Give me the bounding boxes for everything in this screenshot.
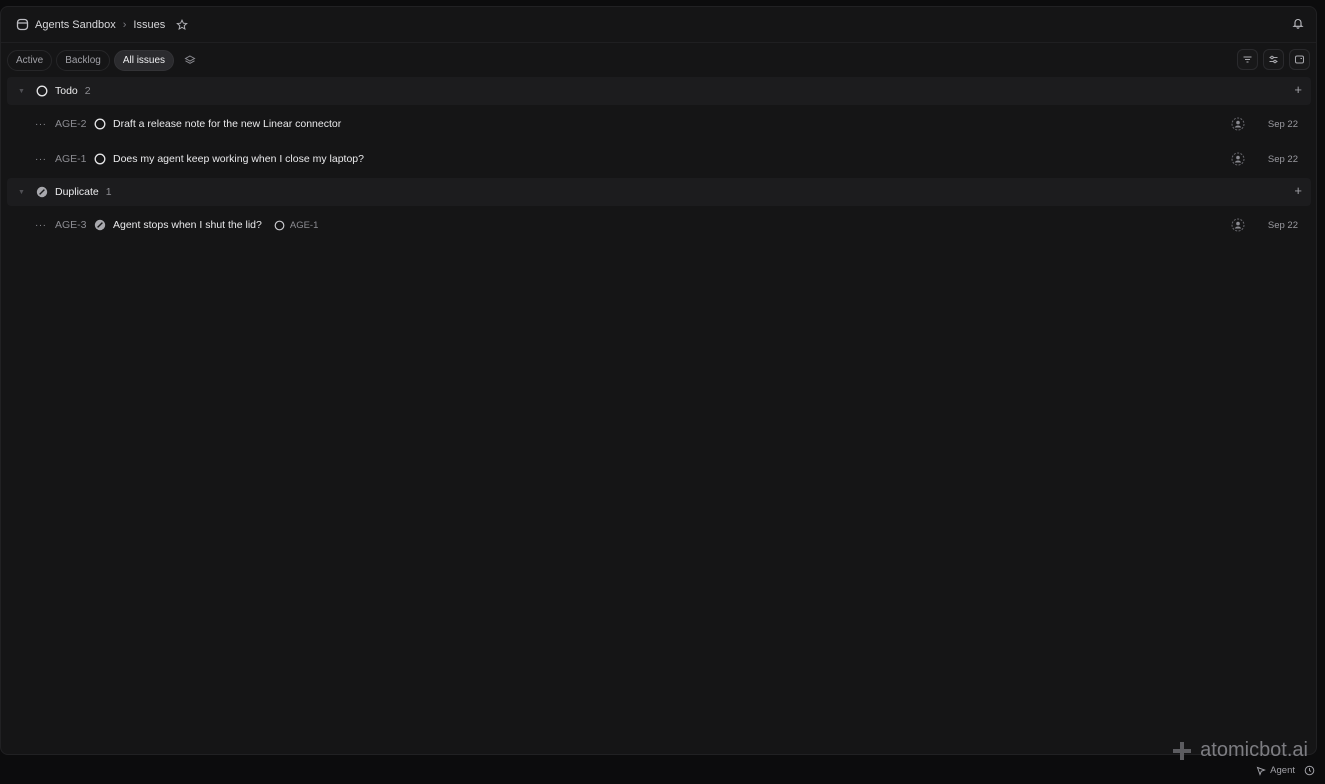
group-header-todo[interactable]: ▼ Todo 2 + <box>7 77 1311 105</box>
agent-label: Agent <box>1270 765 1295 776</box>
related-issue-id: AGE-1 <box>289 219 319 231</box>
filter-icon[interactable] <box>1237 49 1258 70</box>
tab-active[interactable]: Active <box>7 49 53 71</box>
duplicate-status-icon[interactable] <box>94 219 106 231</box>
brand-watermark: atomicbot.ai <box>1172 739 1308 762</box>
todo-circle-icon[interactable] <box>94 118 106 130</box>
more-options-icon[interactable]: ··· <box>35 154 49 165</box>
view-layers-icon[interactable] <box>184 54 196 66</box>
assignee-avatar-icon[interactable] <box>1231 117 1245 131</box>
tab-all-issues[interactable]: All issues <box>113 49 175 71</box>
issue-id: AGE-3 <box>55 219 87 231</box>
toolbar-right-actions <box>1237 49 1310 70</box>
issue-row[interactable]: ··· AGE-2 Draft a release note for the n… <box>7 109 1311 139</box>
agent-button[interactable]: Agent <box>1256 765 1295 776</box>
todo-circle-icon <box>274 220 285 230</box>
issue-row[interactable]: ··· AGE-3 Agent stops when I shut the li… <box>7 210 1311 240</box>
related-issue-chip[interactable]: AGE-1 <box>274 219 319 231</box>
collapse-caret-icon[interactable]: ▼ <box>18 88 28 95</box>
issue-row[interactable]: ··· AGE-1 Does my agent keep working whe… <box>7 144 1311 174</box>
footer-area: atomicbot.ai Agent <box>1125 739 1325 784</box>
view-toolbar: Active Backlog All issues <box>1 48 1316 72</box>
group-label: Duplicate <box>55 186 99 198</box>
top-header: Agents Sandbox › Issues <box>1 7 1316 43</box>
issue-title[interactable]: Agent stops when I shut the lid? <box>113 219 262 231</box>
issue-date: Sep 22 <box>1267 119 1298 130</box>
issue-title[interactable]: Does my agent keep working when I close … <box>113 153 364 165</box>
issue-date: Sep 22 <box>1267 220 1298 231</box>
brand-logo-icon <box>1172 741 1192 761</box>
issue-id: AGE-2 <box>55 118 87 130</box>
notification-bell-icon[interactable] <box>1292 17 1304 29</box>
breadcrumb-workspace[interactable]: Agents Sandbox <box>35 19 116 31</box>
assignee-avatar-icon[interactable] <box>1231 218 1245 232</box>
main-panel: Agents Sandbox › Issues Active Backlog A… <box>0 6 1317 755</box>
group-label: Todo <box>55 85 78 97</box>
todo-circle-icon <box>36 85 48 97</box>
group-header-duplicate[interactable]: ▼ Duplicate 1 + <box>7 178 1311 206</box>
history-clock-icon[interactable] <box>1304 765 1315 776</box>
group-count: 1 <box>105 186 112 198</box>
workspace-icon <box>15 18 29 32</box>
display-options-icon[interactable] <box>1263 49 1284 70</box>
more-options-icon[interactable]: ··· <box>35 220 49 231</box>
todo-circle-icon[interactable] <box>94 153 106 165</box>
issue-id: AGE-1 <box>55 153 87 165</box>
group-count: 2 <box>84 85 91 97</box>
side-panel-icon[interactable] <box>1289 49 1310 70</box>
issue-date: Sep 22 <box>1267 154 1298 165</box>
add-issue-plus-icon[interactable]: + <box>1294 83 1302 97</box>
duplicate-status-icon <box>36 186 48 198</box>
issue-title[interactable]: Draft a release note for the new Linear … <box>113 118 341 130</box>
brand-name: atomicbot.ai <box>1200 739 1308 761</box>
more-options-icon[interactable]: ··· <box>35 119 49 130</box>
favorite-star-icon[interactable] <box>176 18 189 31</box>
add-issue-plus-icon[interactable]: + <box>1294 184 1302 198</box>
collapse-caret-icon[interactable]: ▼ <box>18 189 28 196</box>
breadcrumb-page[interactable]: Issues <box>133 19 165 31</box>
cursor-arrow-icon <box>1256 766 1267 776</box>
assignee-avatar-icon[interactable] <box>1231 152 1245 166</box>
breadcrumb-chevron-icon: › <box>122 18 127 31</box>
tab-backlog[interactable]: Backlog <box>56 49 110 71</box>
